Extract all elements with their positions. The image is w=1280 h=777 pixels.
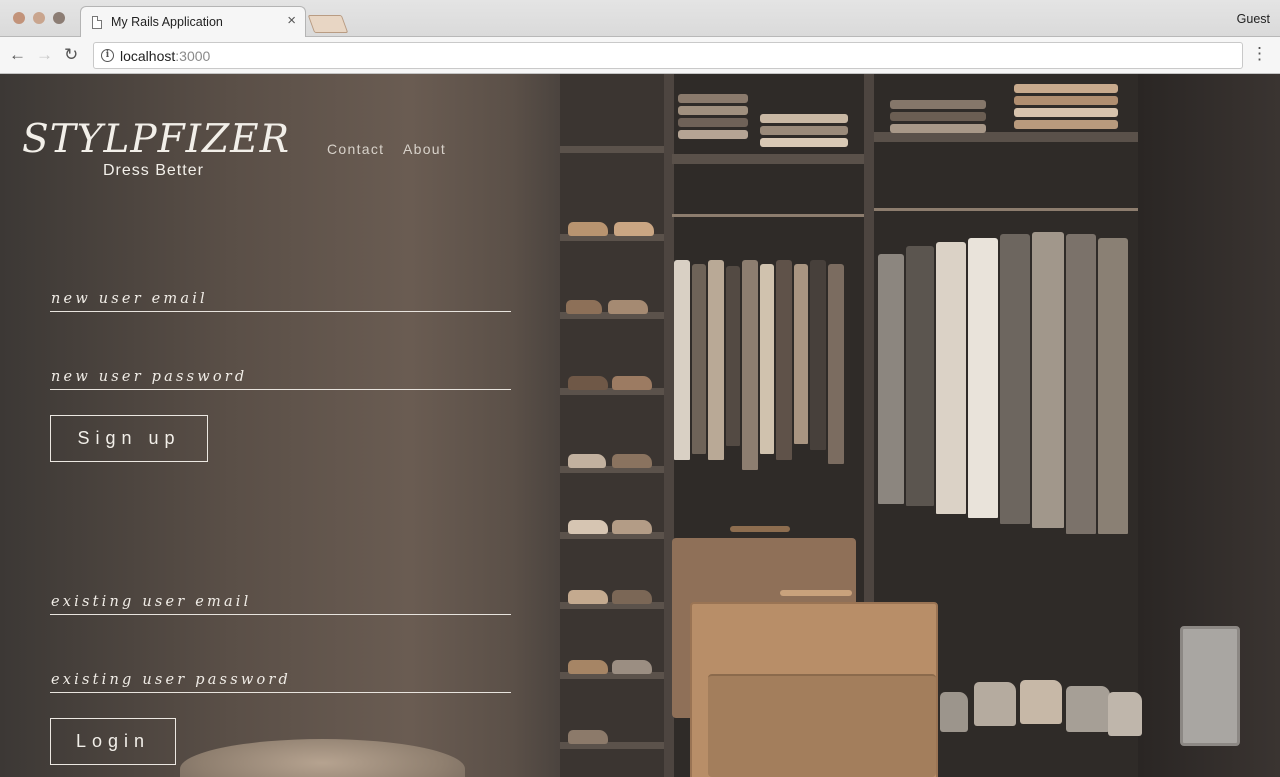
window-maximize-button[interactable] [53, 12, 65, 24]
page-viewport: STYLPFIZER Dress Better Contact About Si… [0, 74, 1280, 777]
new-tab-button[interactable] [307, 15, 349, 33]
tab-title: My Rails Application [111, 15, 223, 29]
menu-icon[interactable]: ⋮ [1251, 44, 1268, 64]
login-password-input[interactable] [50, 667, 511, 692]
reload-icon[interactable]: ↻ [64, 45, 78, 65]
signup-password-input[interactable] [50, 364, 511, 389]
browser-tab[interactable]: My Rails Application × [80, 6, 306, 37]
login-button[interactable]: Login [50, 718, 176, 765]
url-host: localhost [120, 48, 176, 64]
login-email-field-wrapper [50, 589, 511, 615]
forward-arrow-icon[interactable]: → [36, 45, 53, 65]
url-text[interactable]: localhost:3000 [120, 48, 210, 64]
nav-link-contact[interactable]: Contact [327, 141, 384, 157]
logo-wordmark: STYLPFIZER [22, 117, 291, 162]
login-email-input[interactable] [50, 589, 511, 614]
login-password-field-wrapper [50, 667, 511, 693]
browser-tab-bar: My Rails Application × Guest [0, 0, 1280, 37]
signup-password-field-wrapper [50, 364, 511, 390]
signup-email-input[interactable] [50, 286, 511, 311]
closet-background-image [560, 74, 1280, 777]
signup-button[interactable]: Sign up [50, 415, 208, 462]
site-logo[interactable]: STYLPFIZER Dress Better [22, 117, 297, 180]
browser-toolbar: ← → ↻ i localhost:3000 ⋮ [0, 37, 1280, 74]
back-arrow-icon[interactable]: ← [9, 45, 26, 65]
close-icon[interactable]: × [287, 13, 296, 29]
address-bar[interactable]: i localhost:3000 [93, 42, 1243, 69]
logo-tagline: Dress Better [103, 162, 204, 179]
shoe-shelf-column [560, 74, 672, 777]
url-port: :3000 [175, 48, 211, 64]
info-icon[interactable]: i [101, 49, 114, 62]
signup-email-field-wrapper [50, 286, 511, 312]
window-minimize-button[interactable] [33, 12, 45, 24]
profile-label[interactable]: Guest [1237, 12, 1270, 26]
window-close-button[interactable] [13, 12, 25, 24]
nav-link-about[interactable]: About [403, 141, 446, 157]
page-icon [92, 16, 102, 29]
ottoman-pillow [180, 739, 465, 777]
